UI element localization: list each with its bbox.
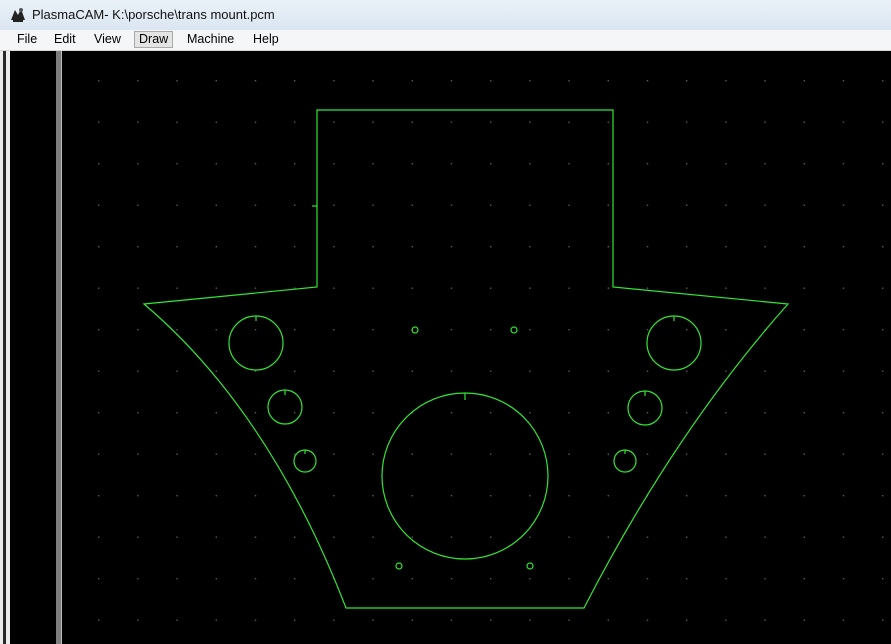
title-bar[interactable]: PlasmaCAM- K:\porsche\trans mount.pcm (0, 0, 891, 31)
menu-view[interactable]: View (90, 31, 125, 48)
center-bore[interactable] (381, 392, 549, 560)
hole-large-right[interactable] (646, 315, 702, 371)
mount-hole-bottom-left[interactable] (395, 562, 403, 570)
menu-help[interactable]: Help (249, 31, 283, 48)
mount-hole-top-right[interactable] (510, 326, 518, 334)
menu-machine[interactable]: Machine (183, 31, 238, 48)
drawing-canvas[interactable] (10, 51, 891, 644)
hole-medium-left[interactable] (267, 389, 303, 425)
mount-hole-bottom-right[interactable] (526, 562, 534, 570)
part-geometry (142, 109, 790, 609)
menu-edit[interactable]: Edit (50, 31, 80, 48)
plasmacam-window: PlasmaCAM- K:\porsche\trans mount.pcm Fi… (0, 0, 891, 644)
left-frame-edge (3, 51, 6, 644)
menu-file[interactable]: File (13, 31, 41, 48)
grid-dots (98, 80, 884, 621)
cad-drawing[interactable] (10, 51, 891, 644)
hole-large-left[interactable] (228, 315, 284, 371)
menu-draw[interactable]: Draw (134, 31, 174, 48)
trans-mount-outline[interactable] (142, 109, 790, 609)
hole-medium-right[interactable] (627, 390, 663, 426)
plasmacam-app-icon (11, 8, 25, 22)
menu-bar: File Edit View Draw Machine Help (0, 30, 891, 51)
window-title: PlasmaCAM- K:\porsche\trans mount.pcm (32, 7, 275, 22)
